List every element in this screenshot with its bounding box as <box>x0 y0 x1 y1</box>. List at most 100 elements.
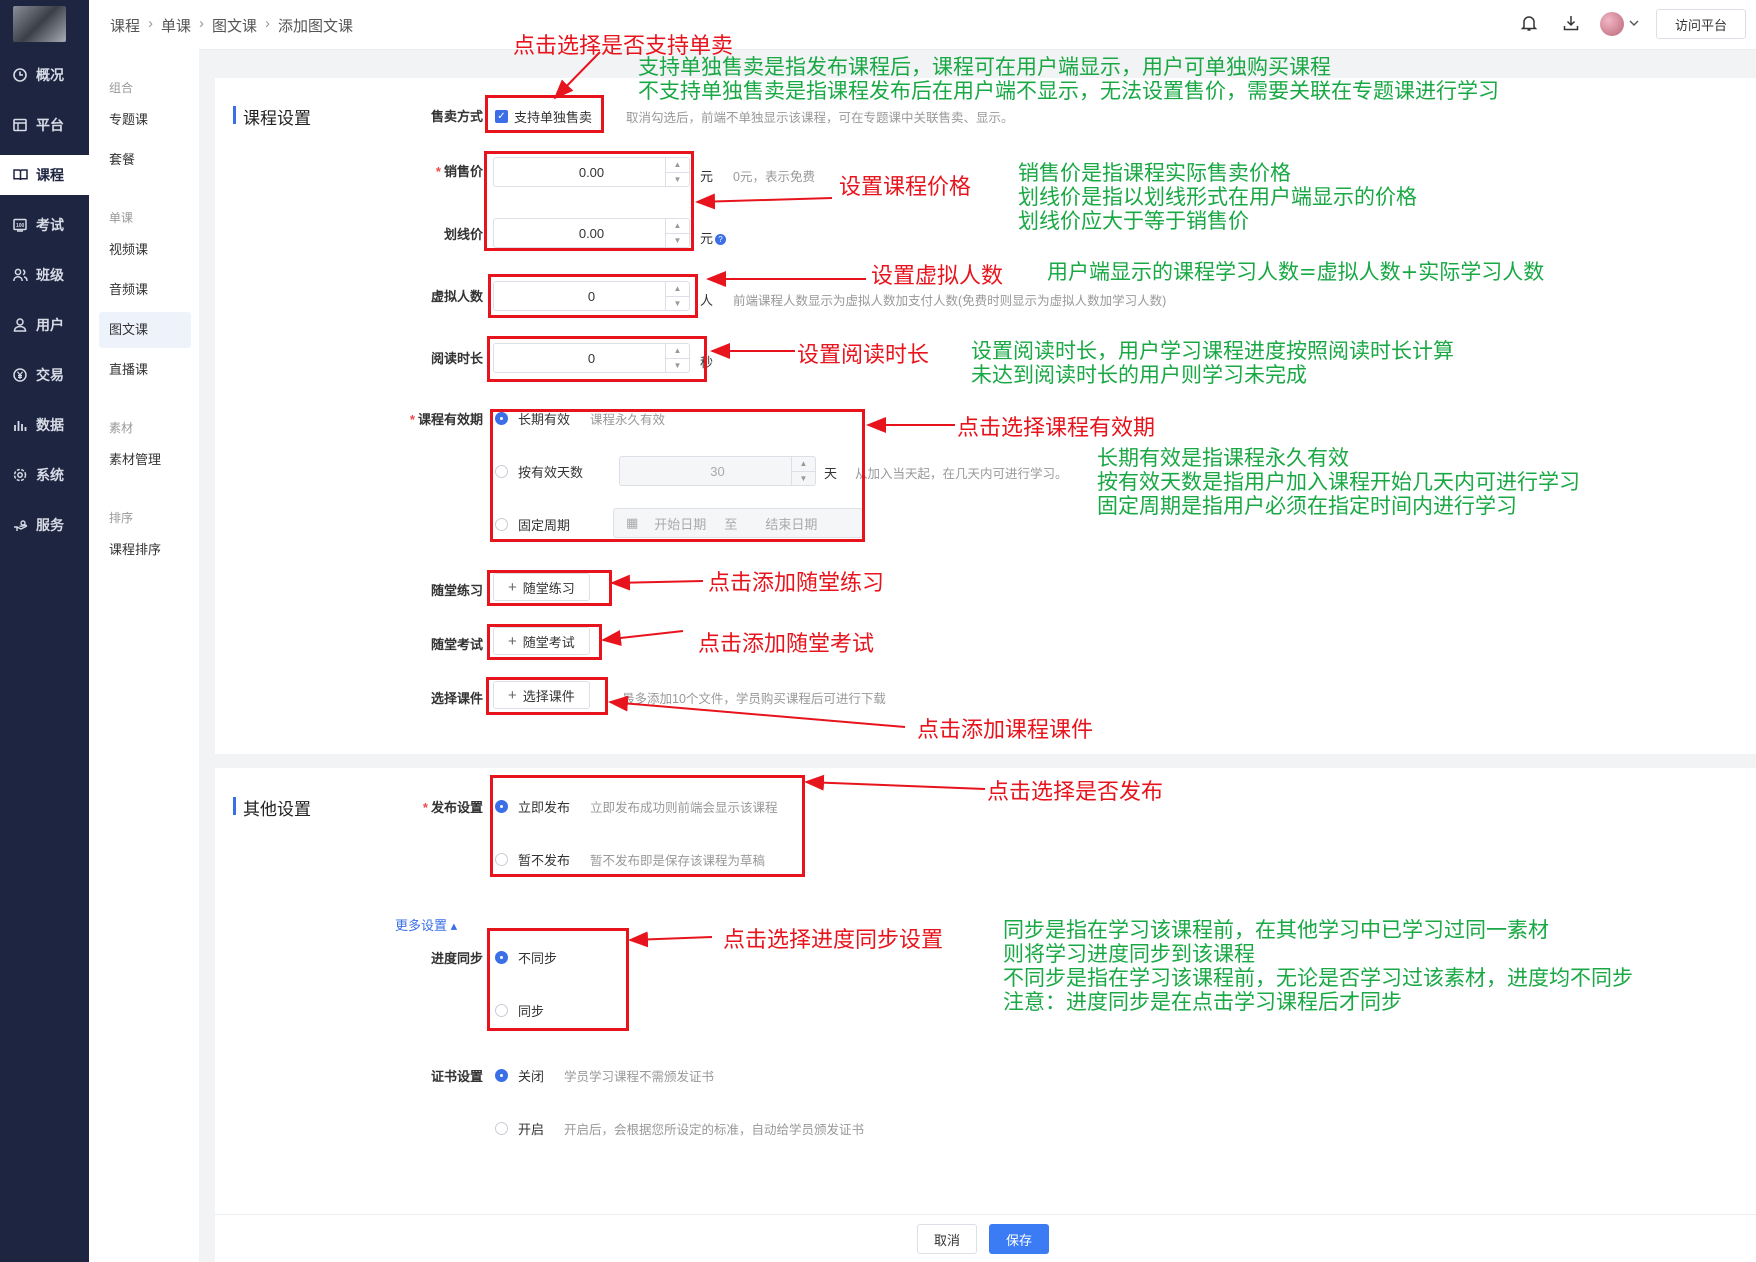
chevron-right-icon: › <box>199 15 205 32</box>
submenu-item-topic[interactable]: 专题课 <box>99 102 191 138</box>
sidebar-item-label: 平台 <box>36 117 64 133</box>
strike-price-label: 划线价 <box>443 227 483 242</box>
download-icon[interactable] <box>1562 14 1582 34</box>
sidebar-item-system[interactable]: 系统 <box>0 455 89 495</box>
highlight-box <box>488 274 698 318</box>
user-icon <box>12 317 28 333</box>
highlight-box <box>487 624 602 660</box>
sidebar-item-label: 用户 <box>36 317 64 333</box>
sync-label: 进度同步 <box>430 951 483 966</box>
annotation-note: 设置阅读时长，用户学习课程进度按照阅读时长计算 未达到阅读时长的用户则学习未完成 <box>971 339 1454 387</box>
annotation-note: 长期有效是指课程永久有效 按有效天数是指用户加入课程开始几天内可进行学习 固定周… <box>1097 446 1580 518</box>
breadcrumb-item[interactable]: 单课 <box>161 15 191 36</box>
breadcrumb: 课程 › 单课 › 图文课 › 添加图文课 <box>110 15 353 36</box>
sidebar-item-platform[interactable]: 平台 <box>0 105 89 145</box>
sidebar-item-service[interactable]: 服务 <box>0 505 89 545</box>
submenu-item-material[interactable]: 素材管理 <box>99 442 191 478</box>
highlight-box <box>490 775 805 877</box>
sidebar-item-label: 系统 <box>36 467 64 483</box>
bar-chart-icon <box>12 417 28 433</box>
annotation-note: 点击选择进度同步设置 <box>723 928 944 953</box>
annotation-note: 点击添加课程课件 <box>917 718 1094 743</box>
sale-mode-hint: 取消勾选后，前端不单独显示该课程，可在专题课中关联售卖、显示。 <box>626 111 1014 125</box>
section-title: 课程设置 <box>233 104 311 129</box>
certificate-option-off[interactable]: 关闭 学员学习课程不需颁发证书 <box>495 1066 714 1085</box>
logo[interactable] <box>13 6 66 42</box>
breadcrumb-item[interactable]: 图文课 <box>212 15 257 36</box>
price-hint: 0元，表示免费 <box>733 170 815 184</box>
annotation-note: 销售价是指课程实际售卖价格 划线价是指以划线形式在用户端显示的价格 划线价应大于… <box>1018 161 1417 233</box>
section-title: 其他设置 <box>233 795 311 820</box>
help-icon[interactable]: ? <box>715 234 727 246</box>
submenu-group-label: 素材 <box>109 421 134 435</box>
book-icon <box>12 167 28 183</box>
sidebar-item-data[interactable]: 数据 <box>0 405 89 445</box>
courseware-label: 选择课件 <box>430 691 483 706</box>
save-button[interactable]: 保存 <box>989 1224 1049 1254</box>
sidebar-item-overview[interactable]: 概况 <box>0 55 89 95</box>
highlight-box <box>485 95 604 133</box>
avatar[interactable] <box>1600 12 1624 36</box>
annotation-note: 点击选择是否发布 <box>987 780 1164 805</box>
annotation-note: 设置课程价格 <box>839 175 972 200</box>
annotation-note: 设置阅读时长 <box>797 343 930 368</box>
svg-text:100: 100 <box>16 223 25 229</box>
highlight-box <box>490 409 865 542</box>
browser-icon <box>12 117 28 133</box>
submenu-group-label: 排序 <box>109 511 134 525</box>
practice-label: 随堂练习 <box>430 583 483 598</box>
submenu-item-package[interactable]: 套餐 <box>99 142 191 178</box>
read-time-label: 阅读时长 <box>430 351 483 366</box>
virtual-count-unit: 人 <box>700 293 714 308</box>
hand-icon <box>12 517 28 533</box>
sidebar-item-label: 交易 <box>36 367 64 383</box>
cancel-button[interactable]: 取消 <box>917 1224 977 1254</box>
more-settings-link[interactable]: 更多设置 ▴ <box>395 915 457 934</box>
chevron-right-icon: › <box>148 15 154 32</box>
exam-icon: 100 <box>12 217 28 233</box>
submenu-item-audio[interactable]: 音频课 <box>99 272 191 308</box>
sidebar-item-label: 服务 <box>36 517 64 533</box>
visit-platform-button[interactable]: 访问平台 <box>1656 9 1746 39</box>
sidebar-item-user[interactable]: 用户 <box>0 305 89 345</box>
sidebar-item-trade[interactable]: 交易 <box>0 355 89 395</box>
bell-icon[interactable] <box>1520 14 1540 34</box>
publish-label: * 发布设置 <box>422 800 483 815</box>
annotation-note: 用户端显示的课程学习人数=虚拟人数+实际学习人数 <box>1047 260 1545 284</box>
submenu-item-article[interactable]: 图文课 <box>99 312 191 348</box>
sidebar-item-label: 概况 <box>36 67 64 83</box>
annotation-note: 设置虚拟人数 <box>871 264 1004 289</box>
highlight-box <box>486 677 608 715</box>
chevron-down-icon[interactable] <box>1628 16 1648 36</box>
virtual-count-hint: 前端课程人数显示为虚拟人数加支付人数(免费时则显示为虚拟人数加学习人数) <box>733 294 1167 308</box>
price-unit: 元 <box>700 169 714 184</box>
gear-icon <box>12 467 28 483</box>
breadcrumb-item: 添加图文课 <box>278 18 354 35</box>
price-label: * 销售价 <box>435 164 483 179</box>
annotation-note: 点击添加随堂练习 <box>708 571 885 596</box>
annotation-note: 支持单独售卖是指发布课程后，课程可在用户端显示，用户可单独购买课程 不支持单独售… <box>638 55 1499 103</box>
sidebar-item-label: 课程 <box>36 167 64 183</box>
virtual-count-label: 虚拟人数 <box>430 289 483 304</box>
validity-label: * 课程有效期 <box>409 412 483 427</box>
annotation-note: 同步是指在学习该课程前，在其他学习中已学习过同一素材 则将学习进度同步到该课程 … <box>1003 918 1633 1014</box>
submenu-item-video[interactable]: 视频课 <box>99 232 191 268</box>
validity-days-hint: 从加入当天起，在几天内可进行学习。 <box>855 467 1068 481</box>
course-submenu: 组合 专题课 套餐 单课 视频课 音频课 图文课 直播课 素材 素材管理 排序 … <box>89 0 199 1262</box>
highlight-box <box>484 151 694 251</box>
submenu-item-sort[interactable]: 课程排序 <box>99 532 191 568</box>
sidebar-item-exam[interactable]: 100 考试 <box>0 205 89 245</box>
sidebar-item-label: 班级 <box>36 267 64 283</box>
annotation-note: 点击选择课程有效期 <box>957 416 1156 441</box>
highlight-box <box>487 336 707 382</box>
main-sidebar: 概况 平台 课程 100 考试 班级 用户 交易 数据 系统 服务 <box>0 0 89 1262</box>
certificate-option-on[interactable]: 开启 开启后，会根据您所设定的标准，自动给学员颁发证书 <box>495 1119 864 1138</box>
sidebar-item-class[interactable]: 班级 <box>0 255 89 295</box>
highlight-box <box>487 928 629 1031</box>
strike-price-unit: 元? <box>700 228 727 247</box>
group-icon <box>12 267 28 283</box>
submenu-item-live[interactable]: 直播课 <box>99 352 191 388</box>
sidebar-item-course[interactable]: 课程 <box>0 155 89 195</box>
annotation-note: 点击添加随堂考试 <box>698 632 875 657</box>
breadcrumb-item[interactable]: 课程 <box>110 15 140 36</box>
